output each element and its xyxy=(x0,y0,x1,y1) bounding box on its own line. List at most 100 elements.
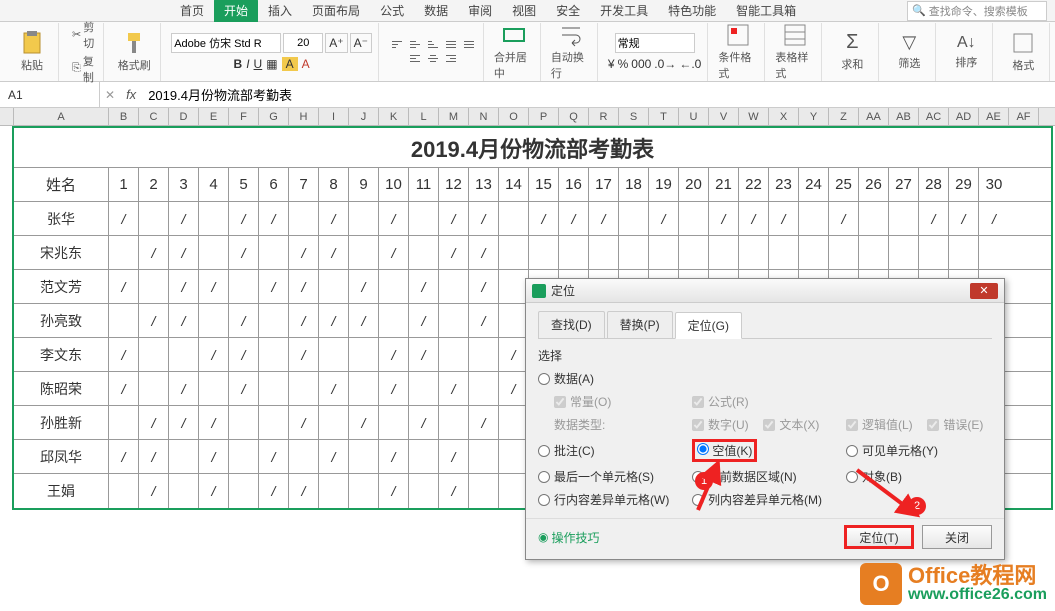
tab-data[interactable]: 数据 xyxy=(414,0,458,22)
data-cell[interactable]: / xyxy=(289,338,319,371)
data-cell[interactable] xyxy=(289,440,319,473)
increase-font-icon[interactable]: A⁺ xyxy=(325,33,347,53)
align-bottom[interactable] xyxy=(425,38,441,52)
data-cell[interactable] xyxy=(799,202,829,235)
data-cell[interactable]: / xyxy=(139,474,169,508)
data-cell[interactable] xyxy=(229,406,259,439)
tab-start[interactable]: 开始 xyxy=(214,0,258,22)
data-cell[interactable] xyxy=(349,236,379,269)
format-painter-button[interactable]: 格式刷 xyxy=(114,31,154,73)
goto-button[interactable]: 定位(T) xyxy=(844,525,914,549)
data-cell[interactable]: / xyxy=(139,406,169,439)
data-cell[interactable]: / xyxy=(739,202,769,235)
tab-goto[interactable]: 定位(G) xyxy=(675,312,742,339)
merge-center-button[interactable]: 合并居中 xyxy=(494,23,534,81)
data-cell[interactable] xyxy=(859,202,889,235)
data-cell[interactable] xyxy=(139,270,169,303)
name-cell[interactable]: 宋兆东 xyxy=(14,236,109,269)
data-cell[interactable]: / xyxy=(109,202,139,235)
col-header[interactable]: A xyxy=(14,108,109,125)
data-cell[interactable]: / xyxy=(229,338,259,371)
data-cell[interactable]: / xyxy=(409,304,439,337)
data-cell[interactable] xyxy=(109,406,139,439)
data-cell[interactable] xyxy=(229,474,259,508)
tab-smart[interactable]: 智能工具箱 xyxy=(726,0,806,22)
tab-review[interactable]: 审阅 xyxy=(458,0,502,22)
radio-data[interactable] xyxy=(538,373,550,385)
data-cell[interactable] xyxy=(169,474,199,508)
radio-rowdiff[interactable] xyxy=(538,494,550,506)
fill-color-button[interactable]: A xyxy=(282,57,298,71)
data-cell[interactable]: / xyxy=(109,270,139,303)
data-cell[interactable]: / xyxy=(169,372,199,405)
data-cell[interactable]: / xyxy=(319,304,349,337)
data-cell[interactable]: / xyxy=(109,338,139,371)
paste-button[interactable]: 粘贴 xyxy=(12,31,52,73)
percent-icon[interactable]: % xyxy=(618,57,629,71)
data-cell[interactable]: / xyxy=(829,202,859,235)
tab-formula[interactable]: 公式 xyxy=(370,0,414,22)
data-cell[interactable] xyxy=(379,304,409,337)
data-cell[interactable]: / xyxy=(169,270,199,303)
data-cell[interactable] xyxy=(199,372,229,405)
data-cell[interactable]: / xyxy=(259,202,289,235)
tab-replace[interactable]: 替换(P) xyxy=(607,311,673,338)
name-cell[interactable]: 张华 xyxy=(14,202,109,235)
data-cell[interactable] xyxy=(709,236,739,269)
data-cell[interactable] xyxy=(349,202,379,235)
align-middle[interactable] xyxy=(407,38,423,52)
underline-button[interactable]: U xyxy=(254,57,263,71)
data-cell[interactable]: / xyxy=(319,440,349,473)
data-cell[interactable]: / xyxy=(259,474,289,508)
data-cell[interactable]: / xyxy=(379,202,409,235)
decrease-font-icon[interactable]: A⁻ xyxy=(350,33,372,53)
data-cell[interactable] xyxy=(289,372,319,405)
data-cell[interactable] xyxy=(949,236,979,269)
italic-button[interactable]: I xyxy=(246,57,249,71)
radio-last[interactable] xyxy=(538,471,550,483)
tab-security[interactable]: 安全 xyxy=(546,0,590,22)
data-cell[interactable]: / xyxy=(439,236,469,269)
data-cell[interactable]: / xyxy=(229,372,259,405)
data-cell[interactable] xyxy=(469,440,499,473)
data-cell[interactable]: / xyxy=(349,270,379,303)
data-cell[interactable] xyxy=(739,236,769,269)
data-cell[interactable]: / xyxy=(769,202,799,235)
data-cell[interactable]: / xyxy=(169,202,199,235)
currency-icon[interactable]: ¥ xyxy=(608,57,615,71)
data-cell[interactable] xyxy=(229,270,259,303)
data-cell[interactable] xyxy=(619,236,649,269)
data-cell[interactable]: / xyxy=(169,406,199,439)
data-cell[interactable] xyxy=(409,236,439,269)
data-cell[interactable]: / xyxy=(319,372,349,405)
data-cell[interactable]: / xyxy=(259,270,289,303)
close-icon[interactable]: ✕ xyxy=(970,283,998,299)
align-right[interactable] xyxy=(443,52,459,66)
data-cell[interactable]: / xyxy=(259,440,289,473)
sort-button[interactable]: A↓排序 xyxy=(946,34,986,70)
data-cell[interactable]: / xyxy=(469,236,499,269)
data-cell[interactable]: / xyxy=(289,304,319,337)
data-cell[interactable] xyxy=(319,406,349,439)
formula-input[interactable] xyxy=(142,82,1055,107)
data-cell[interactable]: / xyxy=(709,202,739,235)
data-cell[interactable] xyxy=(409,202,439,235)
data-cell[interactable]: / xyxy=(349,304,379,337)
data-cell[interactable]: / xyxy=(439,474,469,508)
align-center[interactable] xyxy=(425,52,441,66)
data-cell[interactable] xyxy=(109,236,139,269)
dec-inc-icon[interactable]: .0→ xyxy=(654,57,676,71)
data-cell[interactable]: / xyxy=(469,202,499,235)
data-cell[interactable]: / xyxy=(169,304,199,337)
data-cell[interactable] xyxy=(349,338,379,371)
data-cell[interactable]: / xyxy=(379,372,409,405)
tab-view[interactable]: 视图 xyxy=(502,0,546,22)
sum-button[interactable]: Σ求和 xyxy=(832,31,872,72)
name-cell[interactable]: 王娟 xyxy=(14,474,109,508)
data-cell[interactable] xyxy=(259,372,289,405)
data-cell[interactable] xyxy=(439,270,469,303)
col-header[interactable]: B xyxy=(109,108,139,125)
name-cell[interactable]: 范文芳 xyxy=(14,270,109,303)
data-cell[interactable] xyxy=(829,236,859,269)
data-cell[interactable] xyxy=(139,202,169,235)
